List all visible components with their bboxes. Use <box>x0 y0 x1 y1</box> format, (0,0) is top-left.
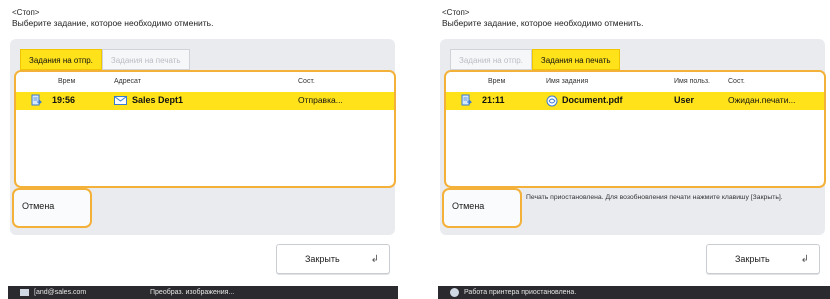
email-address-icon <box>114 96 127 105</box>
row-job-name: Document.pdf <box>562 95 623 105</box>
header: <Стоп> Выберите задание, которое необход… <box>12 8 213 28</box>
close-button[interactable]: Закрыть ↲ <box>706 244 820 274</box>
cancel-button[interactable]: Отмена <box>12 188 92 228</box>
row-status: Ожидан.печати... <box>728 95 796 105</box>
header: <Стоп> Выберите задание, которое необход… <box>442 8 643 28</box>
print-job-icon <box>461 94 472 106</box>
row-address: Sales Dept1 <box>132 95 184 105</box>
paused-message: Печать приостановлена. Для возобновления… <box>526 194 783 201</box>
status-bar: Работа принтера приостановлена. <box>438 286 830 299</box>
status-user: [аnd@sales.com <box>34 289 87 296</box>
tab-bar: Задания на отпр. Задания на печать <box>20 49 190 70</box>
pdf-document-icon <box>546 95 558 107</box>
tab-print-jobs[interactable]: Задания на печать <box>101 49 190 70</box>
close-label: Закрыть <box>305 254 340 264</box>
tab-send-jobs[interactable]: Задания на отпр. <box>20 49 102 70</box>
return-arrow-icon: ↲ <box>800 254 809 265</box>
header-prompt: Выберите задание, которое необходимо отм… <box>12 18 214 28</box>
job-list: Врем Адресат Сост. 19:56 Sales Dept1 Отп… <box>14 70 396 188</box>
header-prompt: Выберите задание, которое необходимо отм… <box>442 18 644 28</box>
column-job-name: Имя задания <box>546 78 589 85</box>
status-text: Работа принтера приостановлена. <box>464 289 577 296</box>
row-user: User <box>674 95 695 105</box>
column-user: Имя польз. <box>674 78 710 85</box>
cancel-button[interactable]: Отмена <box>442 188 522 228</box>
status-bar: [аnd@sales.com Преобраз. изображения... <box>8 286 398 299</box>
tab-bar: Задания на отпр. Задания на печать <box>450 49 620 70</box>
job-list: Врем Имя задания Имя польз. Сост. 21:11 … <box>444 70 826 188</box>
row-status: Отправка... <box>298 95 343 105</box>
print-jobs-panel: <Стоп> Выберите задание, которое необход… <box>438 0 830 299</box>
tab-send-jobs[interactable]: Задания на отпр. <box>450 49 532 70</box>
send-jobs-panel: <Стоп> Выберите задание, которое необход… <box>8 0 398 299</box>
column-status: Сост. <box>728 78 745 85</box>
return-arrow-icon: ↲ <box>370 254 379 265</box>
header-title: <Стоп> <box>442 8 470 17</box>
close-label: Закрыть <box>735 254 770 264</box>
send-job-icon <box>31 94 42 106</box>
printer-icon <box>450 288 459 297</box>
column-time: Врем <box>488 78 506 85</box>
column-address: Адресат <box>114 78 141 85</box>
table-row[interactable]: 21:11 Document.pdf User Ожидан.печати... <box>446 92 824 110</box>
table-header: Врем Имя задания Имя польз. Сост. <box>446 72 824 90</box>
header-title: <Стоп> <box>12 8 40 17</box>
table-row[interactable]: 19:56 Sales Dept1 Отправка... <box>16 92 394 110</box>
status-text: Преобраз. изображения... <box>150 289 235 296</box>
column-status: Сост. <box>298 78 315 85</box>
table-header: Врем Адресат Сост. <box>16 72 394 90</box>
row-time: 21:11 <box>482 95 505 105</box>
close-button[interactable]: Закрыть ↲ <box>276 244 390 274</box>
tab-print-jobs[interactable]: Задания на печать <box>531 49 620 70</box>
column-time: Врем <box>58 78 76 85</box>
user-icon <box>20 289 29 296</box>
row-time: 19:56 <box>52 95 76 105</box>
